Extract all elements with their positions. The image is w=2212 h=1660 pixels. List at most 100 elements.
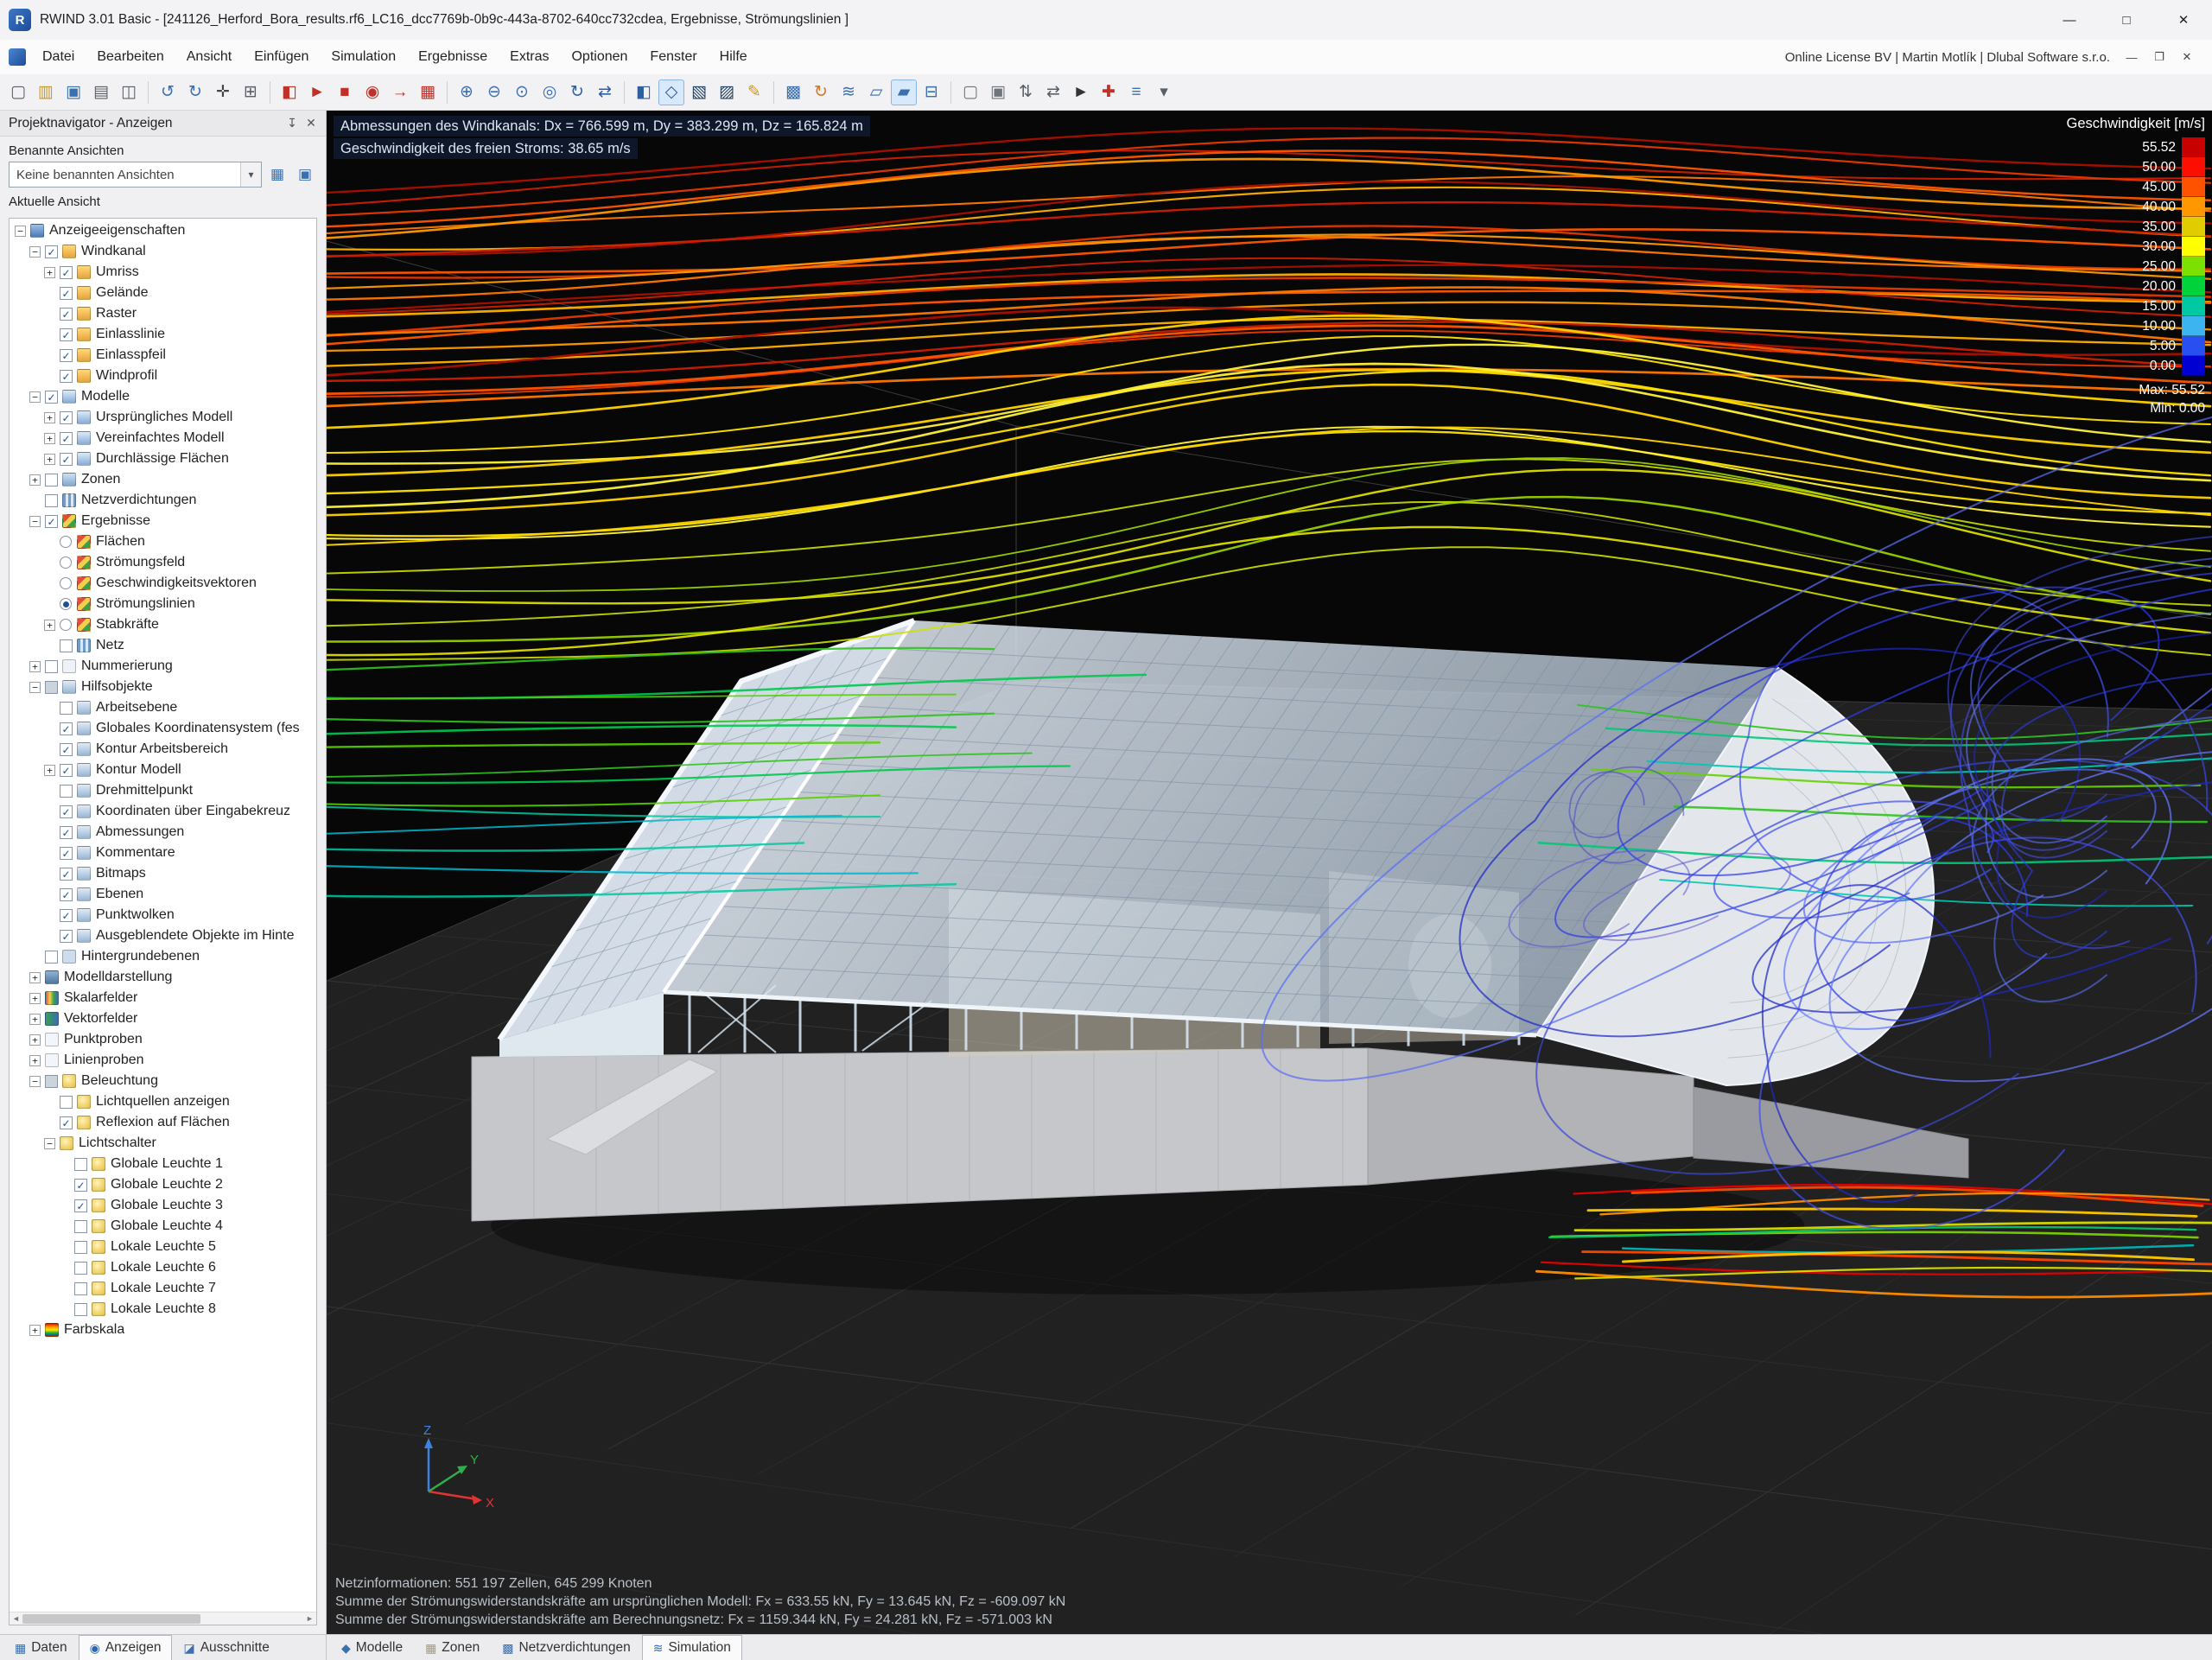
tree-item-kommentare[interactable]: ✓Kommentare: [11, 843, 315, 863]
tab-zonen[interactable]: ▦Zonen: [414, 1635, 491, 1660]
scroll-right-icon[interactable]: ►: [303, 1614, 316, 1623]
checkbox-koordinaten-über-eingabekreuz[interactable]: ✓: [60, 805, 73, 818]
tree-item-windprofil[interactable]: ✓Windprofil: [11, 366, 315, 386]
expand-icon[interactable]: +: [44, 454, 55, 465]
checkbox-einlasspfeil[interactable]: ✓: [60, 349, 73, 362]
tree-item-globale-leuchte-4[interactable]: Globale Leuchte 4: [11, 1216, 315, 1237]
checkbox-bitmaps[interactable]: ✓: [60, 868, 73, 881]
tree-item-globale-leuchte-2[interactable]: ✓Globale Leuchte 2: [11, 1174, 315, 1195]
menu-item-ansicht[interactable]: Ansicht: [175, 44, 243, 70]
pin-icon[interactable]: ↧: [283, 114, 302, 133]
zoom-in-button[interactable]: ⊕: [454, 80, 480, 105]
menu-item-optionen[interactable]: Optionen: [560, 44, 639, 70]
tree-item-anzeigeeigenschaften[interactable]: −Anzeigeeigenschaften: [11, 220, 315, 241]
exchange-data-button[interactable]: ⇄: [1040, 80, 1066, 105]
checkbox-punktwolken[interactable]: ✓: [60, 909, 73, 922]
menu-item-simulation[interactable]: Simulation: [320, 44, 407, 70]
tab-daten[interactable]: ▦Daten: [3, 1635, 79, 1660]
tree-item-gelände[interactable]: ✓Gelände: [11, 283, 315, 303]
menu-item-bearbeiten[interactable]: Bearbeiten: [86, 44, 175, 70]
radio-strömungslinien[interactable]: [60, 598, 72, 610]
expand-icon[interactable]: +: [29, 1034, 41, 1046]
3d-viewport[interactable]: XYZ: [327, 111, 2212, 1634]
zoom-window-button[interactable]: ◎: [537, 80, 563, 105]
tree-item-lichtschalter[interactable]: −Lichtschalter: [11, 1133, 315, 1154]
tree-item-abmessungen[interactable]: ✓Abmessungen: [11, 822, 315, 843]
mesh-settings-button[interactable]: ⊟: [918, 80, 944, 105]
checkbox-lokale-leuchte-7[interactable]: [74, 1282, 87, 1295]
tree-item-reflexion-auf-flächen[interactable]: ✓Reflexion auf Flächen: [11, 1112, 315, 1133]
expand-icon[interactable]: +: [44, 412, 55, 423]
checkbox-umriss[interactable]: ✓: [60, 266, 73, 279]
target-point-button[interactable]: ✛: [210, 80, 236, 105]
checkbox-lokale-leuchte-5[interactable]: [74, 1241, 87, 1254]
collapse-icon[interactable]: −: [15, 226, 26, 237]
color-assignment-button[interactable]: ✎: [741, 80, 767, 105]
checkbox-lichtquellen-anzeigen[interactable]: [60, 1096, 73, 1109]
checkbox-hilfsobjekte[interactable]: [45, 681, 58, 694]
tree-item-kontur-modell[interactable]: +✓Kontur Modell: [11, 760, 315, 780]
mdi-restore-button[interactable]: ❐: [2146, 46, 2172, 68]
start-simulation-button[interactable]: ►: [304, 80, 330, 105]
menu-item-hilfe[interactable]: Hilfe: [709, 44, 759, 70]
tree-item-globale-leuchte-3[interactable]: ✓Globale Leuchte 3: [11, 1195, 315, 1216]
tree-item-flächen[interactable]: Flächen: [11, 531, 315, 552]
tree-item-nummerierung[interactable]: +Nummerierung: [11, 656, 315, 677]
checkbox-lokale-leuchte-6[interactable]: [74, 1262, 87, 1275]
tree-item-hilfsobjekte[interactable]: −Hilfsobjekte: [11, 677, 315, 697]
mdi-child-icon[interactable]: [9, 48, 26, 66]
expand-icon[interactable]: +: [29, 1055, 41, 1066]
tree-item-lokale-leuchte-6[interactable]: Lokale Leuchte 6: [11, 1257, 315, 1278]
radio-flächen[interactable]: [60, 536, 72, 548]
checkbox-durchlässige-flächen[interactable]: ✓: [60, 453, 73, 466]
tab-netzverdichtungen[interactable]: ▩Netzverdichtungen: [491, 1635, 641, 1660]
collapse-icon[interactable]: −: [29, 1076, 41, 1087]
tree-item-hintergrundebenen[interactable]: Hintergrundebenen: [11, 946, 315, 967]
collapse-icon[interactable]: −: [29, 682, 41, 693]
tree-item-punktwolken[interactable]: ✓Punktwolken: [11, 905, 315, 925]
wind-tunnel-button[interactable]: ◧: [276, 80, 302, 105]
menu-item-einfügen[interactable]: Einfügen: [243, 44, 320, 70]
tree-item-durchlässige-flächen[interactable]: +✓Durchlässige Flächen: [11, 448, 315, 469]
tree-item-ausgeblendete-objekte-im-hinte[interactable]: ✓Ausgeblendete Objekte im Hinte: [11, 925, 315, 946]
checkbox-hintergrundebenen[interactable]: [45, 951, 58, 964]
tab-anzeigen[interactable]: ◉Anzeigen: [79, 1635, 173, 1660]
mdi-minimize-button[interactable]: —: [2119, 46, 2145, 68]
checkbox-modelle[interactable]: ✓: [45, 391, 58, 404]
expand-icon[interactable]: +: [29, 1325, 41, 1336]
new-project-button[interactable]: ▢: [5, 80, 31, 105]
tree-item-ergebnisse[interactable]: −✓Ergebnisse: [11, 511, 315, 531]
scrollbar-thumb[interactable]: [22, 1614, 200, 1624]
tree-item-windkanal[interactable]: −✓Windkanal: [11, 241, 315, 262]
close-panel-icon[interactable]: ✕: [302, 114, 321, 133]
tree-item-einlasspfeil[interactable]: ✓Einlasspfeil: [11, 345, 315, 366]
view-isometric-button[interactable]: ◇: [658, 80, 684, 105]
wireframe-display-button[interactable]: ▧: [686, 80, 712, 105]
display-settings-button[interactable]: ≡: [1123, 80, 1149, 105]
checkbox-reflexion-auf-flächen[interactable]: ✓: [60, 1116, 73, 1129]
tree-item-bitmaps[interactable]: ✓Bitmaps: [11, 863, 315, 884]
block-tool-b-button[interactable]: ▣: [985, 80, 1011, 105]
checkbox-vereinfachtes-modell[interactable]: ✓: [60, 432, 73, 445]
tree-item-stabkräfte[interactable]: +Stabkräfte: [11, 614, 315, 635]
mesh-red-button[interactable]: ▦: [415, 80, 441, 105]
checkbox-netz[interactable]: [60, 639, 73, 652]
expand-icon[interactable]: +: [29, 1014, 41, 1025]
block-tool-a-button[interactable]: ▢: [957, 80, 983, 105]
checkbox-globale-leuchte-2[interactable]: ✓: [74, 1179, 87, 1192]
checkbox-ausgeblendete-objekte-im-hinte[interactable]: ✓: [60, 930, 73, 943]
show-mesh-button[interactable]: ▩: [780, 80, 806, 105]
checkbox-globale-leuchte-3[interactable]: ✓: [74, 1199, 87, 1212]
tree-item-lokale-leuchte-5[interactable]: Lokale Leuchte 5: [11, 1237, 315, 1257]
radio-geschwindigkeitsvektoren[interactable]: [60, 577, 72, 589]
tree-item-kontur-arbeitsbereich[interactable]: ✓Kontur Arbeitsbereich: [11, 739, 315, 760]
pan-view-button[interactable]: ⇄: [592, 80, 618, 105]
expand-icon[interactable]: +: [29, 993, 41, 1004]
expand-icon[interactable]: +: [44, 433, 55, 444]
window-results-button[interactable]: ▰: [891, 80, 917, 105]
select-arrow-button[interactable]: ►: [1068, 80, 1094, 105]
view-xy-button[interactable]: ◧: [631, 80, 657, 105]
tree-item-einlasslinie[interactable]: ✓Einlasslinie: [11, 324, 315, 345]
work-grid-button[interactable]: ⊞: [238, 80, 264, 105]
expand-icon[interactable]: +: [44, 267, 55, 278]
